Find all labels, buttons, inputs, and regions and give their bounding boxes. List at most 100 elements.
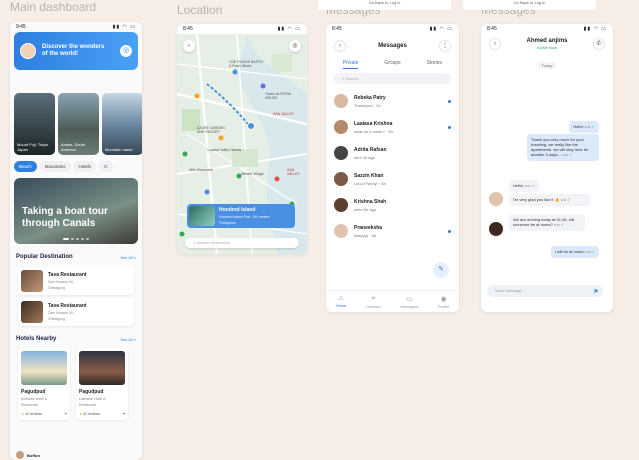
restaurant-name: Tava Restaurant: [48, 303, 87, 309]
cut-off-card-right: Go Back to Log in: [463, 0, 596, 10]
locate-icon[interactable]: ◎: [289, 40, 301, 52]
message-icon: ▭: [406, 295, 413, 303]
avatar: [16, 451, 24, 459]
conversation-item[interactable]: Laalasa Krishna what do u mean? · 3h: [326, 114, 459, 140]
see-all-link[interactable]: See All »: [120, 255, 136, 260]
conversation-item[interactable]: Rebeka Patry Thankyou! · 2h: [326, 88, 459, 114]
back-button[interactable]: ‹: [489, 38, 501, 50]
place-card[interactable]: Andes, South America: [58, 93, 99, 155]
category-chips: Beach Mountains Hotels C: [10, 158, 142, 175]
chip-more[interactable]: C: [99, 161, 113, 172]
carousel-dots: [63, 238, 89, 240]
tab-groups[interactable]: Groups: [384, 60, 400, 69]
section-title: Hotels Nearby: [16, 336, 57, 342]
user-name: Buffon: [27, 452, 40, 458]
favorite-icon[interactable]: ♥: [123, 412, 125, 416]
status-bar: 8:45 ▮▮ ◠ ▭: [481, 24, 613, 34]
tab-location[interactable]: ⌖ Location: [366, 295, 381, 309]
status-bar: 8:45 ▮▮ ◠ ▭: [326, 24, 459, 34]
place-card[interactable]: Mountain name: [102, 93, 142, 155]
chat-header: ‹ Ahmed anjims Active Now ✆: [481, 34, 613, 54]
conversation-item[interactable]: Adrita Rafsan sent 4h ago: [326, 140, 459, 166]
contact-name: Praneeksha: [354, 224, 383, 231]
location-sub: Philippines: [219, 221, 236, 225]
back-button[interactable]: ‹: [334, 40, 346, 52]
restaurant-card[interactable]: Tava Restaurant Zam Houses 44, Chittagon…: [18, 298, 134, 326]
phone-icon[interactable]: ✆: [592, 38, 605, 50]
tab-stories[interactable]: Stories: [427, 60, 443, 69]
status-icons: ▮▮ ◠ ▭: [583, 26, 607, 32]
conversation-item[interactable]: Praneeksha Areyyyy · 5h: [326, 218, 459, 244]
message-input[interactable]: Send message ...: [487, 285, 603, 297]
location-screen: 8:45 ▮▮ ◠ ▭ CDE ROADS NASTIC & Flash Str…: [177, 24, 307, 254]
hotels-section-header: Hotels Nearby See All »: [10, 332, 142, 346]
tab-home[interactable]: ⌂ Home: [336, 295, 347, 308]
compose-icon[interactable]: ✎: [433, 262, 449, 278]
tab-profile[interactable]: ◉ Profile: [438, 295, 449, 309]
hotel-address-line-2: Restaurant: [21, 403, 39, 407]
avatar: [489, 192, 503, 206]
avatar: [489, 222, 503, 236]
restaurant-card[interactable]: Tava Restaurant Zam Houses 44, Chittagon…: [18, 267, 134, 295]
conversation-item[interactable]: Krishna Shah seen 5h ago: [326, 192, 459, 218]
back-button[interactable]: ‹: [183, 40, 195, 52]
contact-name: Rebeka Patry: [354, 94, 386, 101]
chip-mountains[interactable]: Mountains: [39, 161, 71, 172]
favorite-icon[interactable]: ♥: [65, 412, 67, 416]
location-card[interactable]: Hondred Island Hondred Island Port, 190 …: [187, 204, 295, 228]
more-icon[interactable]: ⋮: [439, 40, 451, 52]
message-preview: sent 4h ago: [354, 154, 375, 160]
send-icon[interactable]: ➤: [593, 287, 599, 295]
location-icon: ⌖: [371, 294, 376, 302]
tab-private[interactable]: Private: [342, 60, 359, 69]
conversation-item[interactable]: Sazzin Khan Lol lol Funny! · 4h: [326, 166, 459, 192]
contact-name: Krishna Shah: [354, 198, 387, 205]
chat-screen: 8:45 ▮▮ ◠ ▭ ‹ Ahmed anjims Active Now ✆ …: [481, 24, 613, 312]
message-bubble-incoming: I'm very glad you like it 👍 9:34 ✓: [509, 194, 591, 206]
message-preview: Lol lol Funny! · 4h: [354, 180, 386, 186]
place-label: Mountain name: [105, 147, 133, 152]
hotel-reviews: ★ 42 reviews: [21, 412, 42, 416]
messages-screen: 8:45 ▮▮ ◠ ▭ ‹ Messages ⋮ Private Groups …: [326, 24, 459, 312]
restaurant-image: [21, 301, 43, 323]
settings-icon[interactable]: ◎: [120, 45, 132, 57]
restaurant-address-line-2: Chittagong: [48, 286, 65, 290]
tab-messages[interactable]: ▭ Messages: [400, 295, 418, 309]
restaurant-address-line-2: Chittagong: [48, 317, 65, 321]
message-bubble-incoming: We are arriving today at 01:45, will som…: [509, 214, 585, 231]
featured-banner[interactable]: Taking a boat tour through Canals: [14, 178, 138, 244]
frame-title-location: Location: [177, 3, 223, 17]
avatar[interactable]: [20, 43, 36, 59]
restaurant-address-line-1: Zam Houses 44,: [48, 280, 74, 284]
see-all-link[interactable]: See All »: [120, 337, 136, 342]
place-sub: Japan: [17, 147, 28, 152]
chip-hotels[interactable]: Hotels: [73, 161, 97, 172]
hotel-card[interactable]: Pagudpud Lakeside Hotel & Restaurant ★ 4…: [76, 348, 128, 420]
avatar: [334, 198, 348, 212]
map-label: AZURE GARDEN AND RESORT: [197, 126, 225, 134]
search-input[interactable]: ⌕ Search...: [334, 73, 451, 84]
map-label: Hillside Village: [241, 172, 264, 176]
bottom-user-row[interactable]: Buffon: [16, 450, 136, 460]
location-image: [189, 206, 215, 226]
conversation-list: Rebeka Patry Thankyou! · 2h Laalasa Krish…: [326, 88, 459, 244]
search-input[interactable]: ⌕ Search Destination: [185, 238, 299, 248]
status-time: 8:45: [332, 26, 342, 32]
message-bubble-incoming: Hello! 9:34 ✓: [509, 180, 539, 192]
avatar: [334, 224, 348, 238]
message-bubble-outgoing: Hello! 9:30 ✓: [569, 121, 599, 133]
frame-title-dashboard: Main dashboard: [10, 0, 97, 14]
place-card[interactable]: Mount Fuji, Tokyo Japan: [14, 93, 55, 155]
map-label: Hills Wasserfall: [189, 168, 213, 172]
status-icons: ▮▮ ◠ ▭: [112, 24, 136, 30]
contact-name: Laalasa Krishna: [354, 120, 393, 127]
contact-name: Adrita Rafsan: [354, 146, 387, 153]
chip-beach[interactable]: Beach: [14, 161, 37, 172]
map-label: Trader AUSTRIA HOUSE: [265, 92, 291, 100]
status-time: 8:45: [487, 26, 497, 32]
profile-icon: ◉: [440, 295, 447, 303]
avatar: [334, 146, 348, 160]
hotel-card[interactable]: Pagudpud Kirkhaus Hotel & Restaurant ★ 4…: [18, 348, 70, 420]
hotel-address-line-2: Restaurant: [79, 403, 97, 407]
status-bar: 8:45 ▮▮ ◠ ▭: [177, 24, 307, 34]
